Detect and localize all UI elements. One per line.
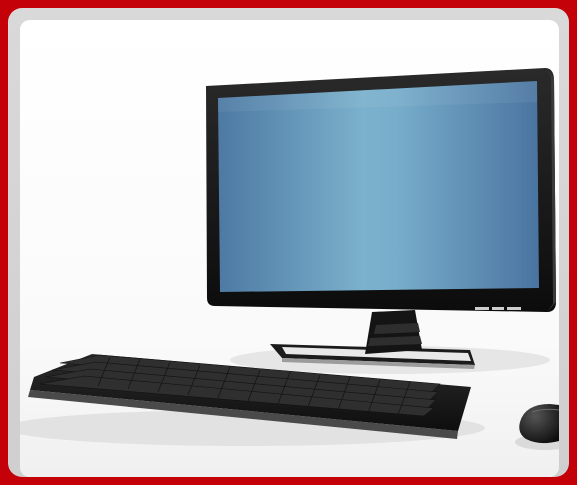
desktop-computer-illustration — [20, 20, 559, 477]
grey-card — [8, 8, 569, 477]
monitor-screen — [218, 81, 539, 292]
computer-photo — [20, 20, 559, 477]
red-frame — [0, 0, 577, 485]
